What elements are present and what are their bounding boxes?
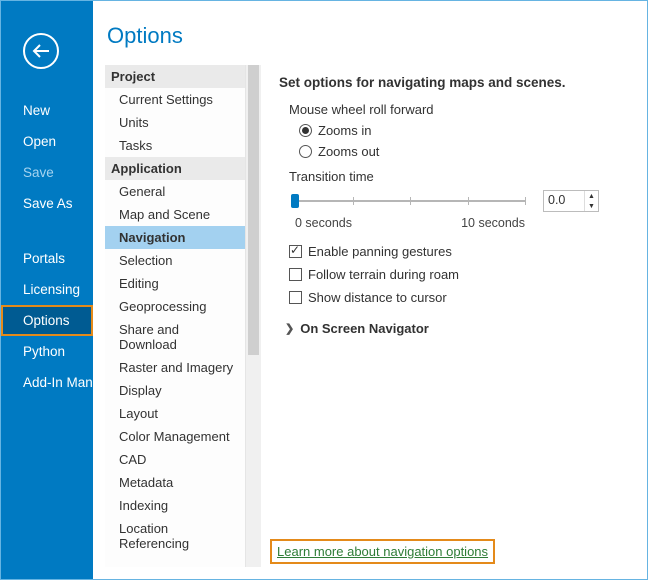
category-item-share-and-download[interactable]: Share and Download xyxy=(105,318,245,356)
category-item-cad[interactable]: CAD xyxy=(105,448,245,471)
stepper-up[interactable]: ▲ xyxy=(585,191,598,201)
slider-max-label: 10 seconds xyxy=(461,216,525,230)
category-item-current-settings[interactable]: Current Settings xyxy=(105,88,245,111)
nav-item-save: Save xyxy=(1,157,93,188)
checkbox-icon xyxy=(289,245,302,258)
transition-value-stepper[interactable]: 0.0 ▲ ▼ xyxy=(543,190,599,212)
backstage-nav: NewOpenSaveSave As PortalsLicensingOption… xyxy=(1,1,93,579)
chevron-right-icon: ❯ xyxy=(285,322,294,335)
check-enable-panning[interactable]: Enable panning gestures xyxy=(289,244,633,259)
category-column: ProjectCurrent SettingsUnitsTasksApplica… xyxy=(105,65,261,567)
category-item-color-management[interactable]: Color Management xyxy=(105,425,245,448)
nav-item-save-as[interactable]: Save As xyxy=(1,188,93,219)
pane-title: Options xyxy=(105,23,647,49)
nav-item-python[interactable]: Python xyxy=(1,336,93,367)
detail-title: Set options for navigating maps and scen… xyxy=(279,75,633,90)
radio-label: Zooms out xyxy=(318,144,379,159)
category-scrollbar[interactable] xyxy=(245,65,261,567)
learn-more-link[interactable]: Learn more about navigation options xyxy=(273,542,492,561)
category-item-geoprocessing[interactable]: Geoprocessing xyxy=(105,295,245,318)
nav-item-open[interactable]: Open xyxy=(1,126,93,157)
scrollbar-thumb[interactable] xyxy=(248,65,259,355)
category-item-selection[interactable]: Selection xyxy=(105,249,245,272)
options-backstage: NewOpenSaveSave AsPortalsLicensingOption… xyxy=(0,0,648,580)
category-item-raster-and-imagery[interactable]: Raster and Imagery xyxy=(105,356,245,379)
category-item-display[interactable]: Display xyxy=(105,379,245,402)
category-item-tasks[interactable]: Tasks xyxy=(105,134,245,157)
radio-label: Zooms in xyxy=(318,123,371,138)
on-screen-navigator-expander[interactable]: ❯ On Screen Navigator xyxy=(285,321,633,336)
arrow-left-icon xyxy=(32,44,50,58)
category-item-map-and-scene[interactable]: Map and Scene xyxy=(105,203,245,226)
options-body: ProjectCurrent SettingsUnitsTasksApplica… xyxy=(105,65,647,567)
category-item-location-referencing[interactable]: Location Referencing xyxy=(105,517,245,555)
nav-item-new[interactable]: New xyxy=(1,95,93,126)
slider-thumb[interactable] xyxy=(291,194,299,208)
category-item-editing[interactable]: Editing xyxy=(105,272,245,295)
detail-column: Set options for navigating maps and scen… xyxy=(261,65,647,567)
radio-zooms-out[interactable]: Zooms out xyxy=(299,144,633,159)
category-header-application: Application xyxy=(105,157,245,180)
radio-zooms-in[interactable]: Zooms in xyxy=(299,123,633,138)
category-item-metadata[interactable]: Metadata xyxy=(105,471,245,494)
radio-icon xyxy=(299,124,312,137)
checkbox-icon xyxy=(289,268,302,281)
stepper-down[interactable]: ▼ xyxy=(585,201,598,211)
nav-item-licensing[interactable]: Licensing xyxy=(1,274,93,305)
radio-icon xyxy=(299,145,312,158)
check-label: Follow terrain during roam xyxy=(308,267,459,282)
category-header-project: Project xyxy=(105,65,245,88)
back-button[interactable] xyxy=(23,33,59,69)
wheel-group-label: Mouse wheel roll forward xyxy=(289,102,633,117)
options-pane: Options ProjectCurrent SettingsUnitsTask… xyxy=(93,1,647,579)
category-item-units[interactable]: Units xyxy=(105,111,245,134)
checkbox-icon xyxy=(289,291,302,304)
expander-label: On Screen Navigator xyxy=(300,321,429,336)
category-item-indexing[interactable]: Indexing xyxy=(105,494,245,517)
transition-label: Transition time xyxy=(289,169,633,184)
category-item-navigation[interactable]: Navigation xyxy=(105,226,245,249)
category-item-layout[interactable]: Layout xyxy=(105,402,245,425)
nav-item-portals[interactable]: Portals xyxy=(1,243,93,274)
transition-slider[interactable] xyxy=(295,191,525,211)
check-label: Enable panning gestures xyxy=(308,244,452,259)
category-item-general[interactable]: General xyxy=(105,180,245,203)
check-show-distance[interactable]: Show distance to cursor xyxy=(289,290,633,305)
check-label: Show distance to cursor xyxy=(308,290,447,305)
nav-item-add-in-manager[interactable]: Add-In Manager xyxy=(1,367,93,398)
check-follow-terrain[interactable]: Follow terrain during roam xyxy=(289,267,633,282)
slider-min-label: 0 seconds xyxy=(295,216,352,230)
transition-value[interactable]: 0.0 xyxy=(544,191,584,211)
nav-item-options[interactable]: Options xyxy=(1,305,93,336)
